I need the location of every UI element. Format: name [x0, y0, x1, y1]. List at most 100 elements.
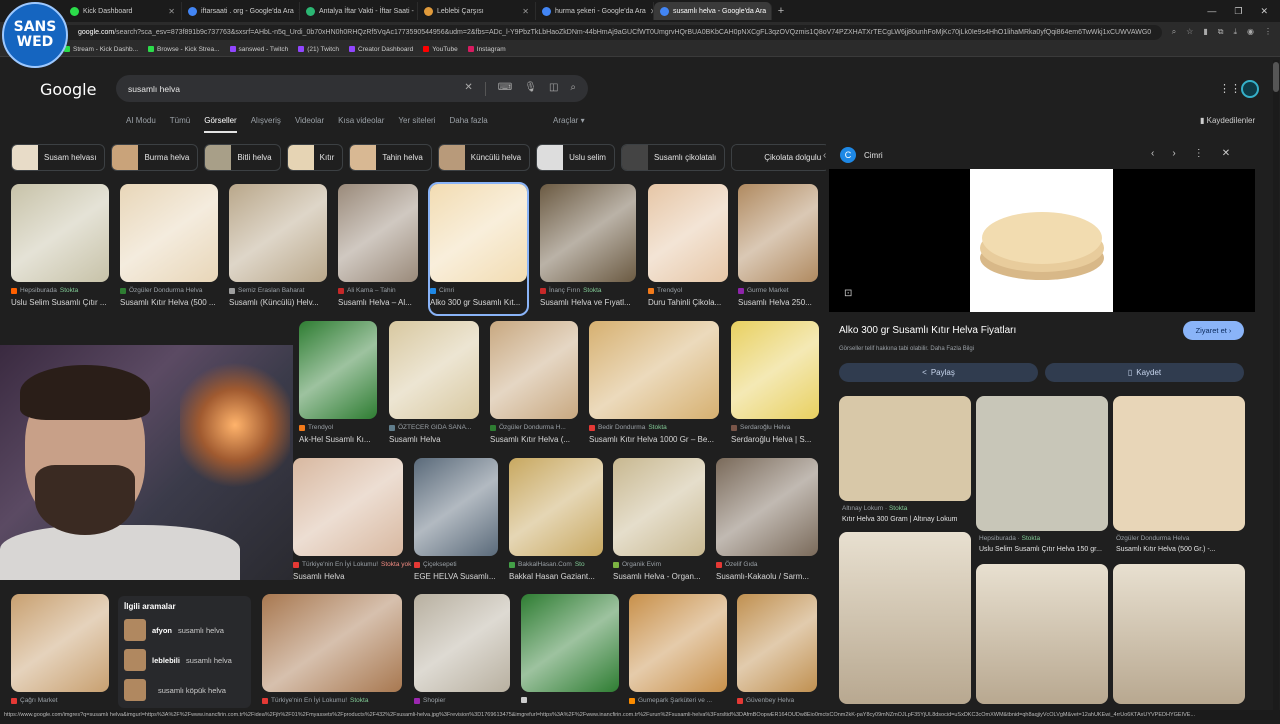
result-title[interactable]: Susamlı Kıtır Helva (...: [490, 435, 578, 444]
image-result[interactable]: İnanç FırınStoktaSusamlı Helva ve Fıyatl…: [540, 184, 636, 314]
result-title[interactable]: Susamlı Helva: [293, 572, 403, 581]
tools-button[interactable]: Araçlar ▾: [553, 116, 585, 125]
refinement-chip[interactable]: Burma helva: [111, 144, 198, 171]
image-result[interactable]: [521, 594, 619, 724]
lens-search-icon[interactable]: ⊡: [844, 288, 852, 299]
tab-3[interactable]: Alışveriş: [251, 116, 281, 133]
result-title[interactable]: Susamlı Helva 250...: [738, 298, 818, 307]
panel-title[interactable]: Alko 300 gr Susamlı Kıtır Helva Fiyatlar…: [839, 325, 1016, 336]
result-thumbnail[interactable]: [120, 184, 218, 282]
scrollbar-thumb[interactable]: [1273, 62, 1279, 92]
image-result[interactable]: Serdaroğlu HelvaSerdaroğlu Helva | S...: [731, 321, 819, 451]
prev-icon[interactable]: ‹: [1151, 148, 1154, 159]
result-title[interactable]: Alko 300 gr Susamlı Kıt...: [430, 298, 527, 307]
image-result[interactable]: Çağrı Market: [11, 594, 109, 724]
panel-related-title[interactable]: Uslu Selim Susamlı Çıtır Helva 150 gr...: [979, 546, 1102, 553]
image-result[interactable]: Bedir DondurmaStoktaSusamlı Kıtır Helva …: [589, 321, 719, 451]
result-title[interactable]: Susamlı Helva – Al...: [338, 298, 418, 307]
image-result[interactable]: Özelif GıdaSusamlı-Kakaolu / Sarm...: [716, 458, 818, 588]
preview-image[interactable]: [970, 169, 1113, 312]
bookmark-item[interactable]: YouTube: [423, 46, 458, 53]
refinement-chip[interactable]: Susamlı çikolatalı: [621, 144, 725, 171]
result-title[interactable]: Susamlı (Küncülü) Helv...: [229, 298, 327, 307]
browser-tab[interactable]: Leblebi Çarşısı✕: [418, 2, 536, 20]
panel-related-image[interactable]: [1113, 396, 1245, 531]
result-thumbnail[interactable]: [430, 184, 527, 282]
panel-related-image[interactable]: [839, 532, 971, 704]
result-title[interactable]: Susamlı Helva ve Fıyatl...: [540, 298, 636, 307]
image-result[interactable]: Özgüler Dondurma HelvaSusamlı Kıtır Helv…: [120, 184, 218, 314]
tab-1[interactable]: Tümü: [170, 116, 190, 133]
result-thumbnail[interactable]: [262, 594, 402, 692]
close-icon[interactable]: ✕: [1222, 148, 1230, 159]
visit-button[interactable]: Ziyaret et ›: [1183, 321, 1244, 340]
refinement-chip[interactable]: Çikolata dolgulu: [731, 144, 826, 171]
tab-close-icon[interactable]: ✕: [168, 7, 175, 16]
refinement-chip[interactable]: Susam helvası: [11, 144, 105, 171]
refinement-chip[interactable]: Tahin helva: [349, 144, 431, 171]
tab-2[interactable]: Görseller: [204, 116, 236, 133]
panel-related-image[interactable]: [1113, 564, 1245, 704]
result-title[interactable]: EGE HELVA Susamlı...: [414, 572, 498, 581]
browser-tab[interactable]: hurma şekeri - Google'da Ara✕: [536, 2, 654, 20]
zoom-icon[interactable]: ⌕: [1172, 27, 1176, 37]
result-title[interactable]: Serdaroğlu Helva | S...: [731, 435, 819, 444]
result-title[interactable]: Susamlı Helva - Organ...: [613, 572, 705, 581]
result-title[interactable]: Duru Tahinli Çikola...: [648, 298, 728, 307]
search-icon[interactable]: ⌕: [570, 82, 576, 96]
result-thumbnail[interactable]: [629, 594, 727, 692]
chevron-left-icon[interactable]: ‹: [823, 150, 826, 161]
image-result[interactable]: Shopier: [414, 594, 510, 724]
result-thumbnail[interactable]: [414, 594, 510, 692]
image-result[interactable]: Türkiye'nin En İyi Lokumu!Stokta: [262, 594, 402, 724]
result-thumbnail[interactable]: [490, 321, 578, 419]
tab-0[interactable]: AI Modu: [126, 116, 156, 133]
result-title[interactable]: Susamlı Kıtır Helva 1000 Gr – Be...: [589, 435, 719, 444]
image-result[interactable]: ÖZTECER GIDA SANA...Susamlı Helva: [389, 321, 479, 451]
tab-5[interactable]: Kısa videolar: [338, 116, 384, 133]
result-thumbnail[interactable]: [613, 458, 705, 556]
google-logo[interactable]: Google: [40, 80, 96, 99]
saved-button[interactable]: ▮ Kaydedilenler: [1200, 116, 1255, 125]
image-result[interactable]: TrendyolDuru Tahinli Çikola...: [648, 184, 728, 314]
search-input[interactable]: susamlı helva: [128, 84, 180, 94]
panel-related-image[interactable]: [976, 396, 1108, 531]
related-item[interactable]: leblebilisusamlı helva: [124, 649, 245, 671]
related-item[interactable]: susamlı köpük helva: [124, 679, 245, 701]
menu-icon[interactable]: ⋮: [1264, 27, 1272, 37]
result-thumbnail[interactable]: [716, 458, 818, 556]
clear-icon[interactable]: ✕: [464, 82, 472, 96]
panel-related-image[interactable]: [839, 396, 971, 501]
panel-related-title[interactable]: Susamlı Kıtır Helva (500 Gr.) -...: [1116, 546, 1216, 553]
tab-6[interactable]: Yer siteleri: [398, 116, 435, 133]
tab-7[interactable]: Daha fazla: [449, 116, 487, 133]
browser-tab[interactable]: susamlı helva - Google'da Ara✕: [654, 2, 772, 20]
microphone-icon[interactable]: 🎙: [524, 82, 537, 96]
result-thumbnail[interactable]: [414, 458, 498, 556]
result-thumbnail[interactable]: [589, 321, 719, 419]
image-result[interactable]: TrendyolAk-Hel Susamlı Kı...: [299, 321, 377, 451]
refinement-chip[interactable]: Küncülü helva: [438, 144, 530, 171]
search-box[interactable]: susamlı helva ✕ ⌨ 🎙 ◫ ⌕: [116, 75, 588, 102]
minimize-icon[interactable]: —: [1207, 6, 1216, 17]
maximize-icon[interactable]: ❐: [1234, 6, 1242, 17]
refinement-chip[interactable]: Uslu selim: [536, 144, 615, 171]
image-result[interactable]: Özgüler Dondurma H...Susamlı Kıtır Helva…: [490, 321, 578, 451]
related-item[interactable]: afyonsusamlı helva: [124, 619, 245, 641]
image-result[interactable]: Semiz Eraslan BaharatSusamlı (Küncülü) H…: [229, 184, 327, 314]
panel-related-title[interactable]: Kıtır Helva 300 Gram | Altınay Lokum: [842, 516, 957, 523]
address-bar[interactable]: google.com/search?sca_esv=873f891b9c7377…: [8, 25, 1162, 40]
image-result[interactable]: Organik EvimSusamlı Helva - Organ...: [613, 458, 705, 588]
browser-tab[interactable]: Antalya İftar Vakti - İftar Saati -✕: [300, 2, 418, 20]
lens-icon[interactable]: ◫: [549, 82, 558, 96]
bookmark-item[interactable]: (21) Twitch: [298, 46, 339, 53]
more-icon[interactable]: ⋮: [1194, 148, 1204, 159]
result-thumbnail[interactable]: [731, 321, 819, 419]
bookmark-item[interactable]: sanswed - Twitch: [230, 46, 289, 53]
tab-4[interactable]: Videolar: [295, 116, 324, 133]
result-thumbnail[interactable]: [738, 184, 818, 282]
extensions-icon[interactable]: ⧉: [1218, 27, 1224, 37]
result-thumbnail[interactable]: [521, 594, 619, 692]
profile-icon[interactable]: ◉: [1247, 27, 1254, 37]
save-button[interactable]: ▯Kaydet: [1045, 363, 1244, 382]
